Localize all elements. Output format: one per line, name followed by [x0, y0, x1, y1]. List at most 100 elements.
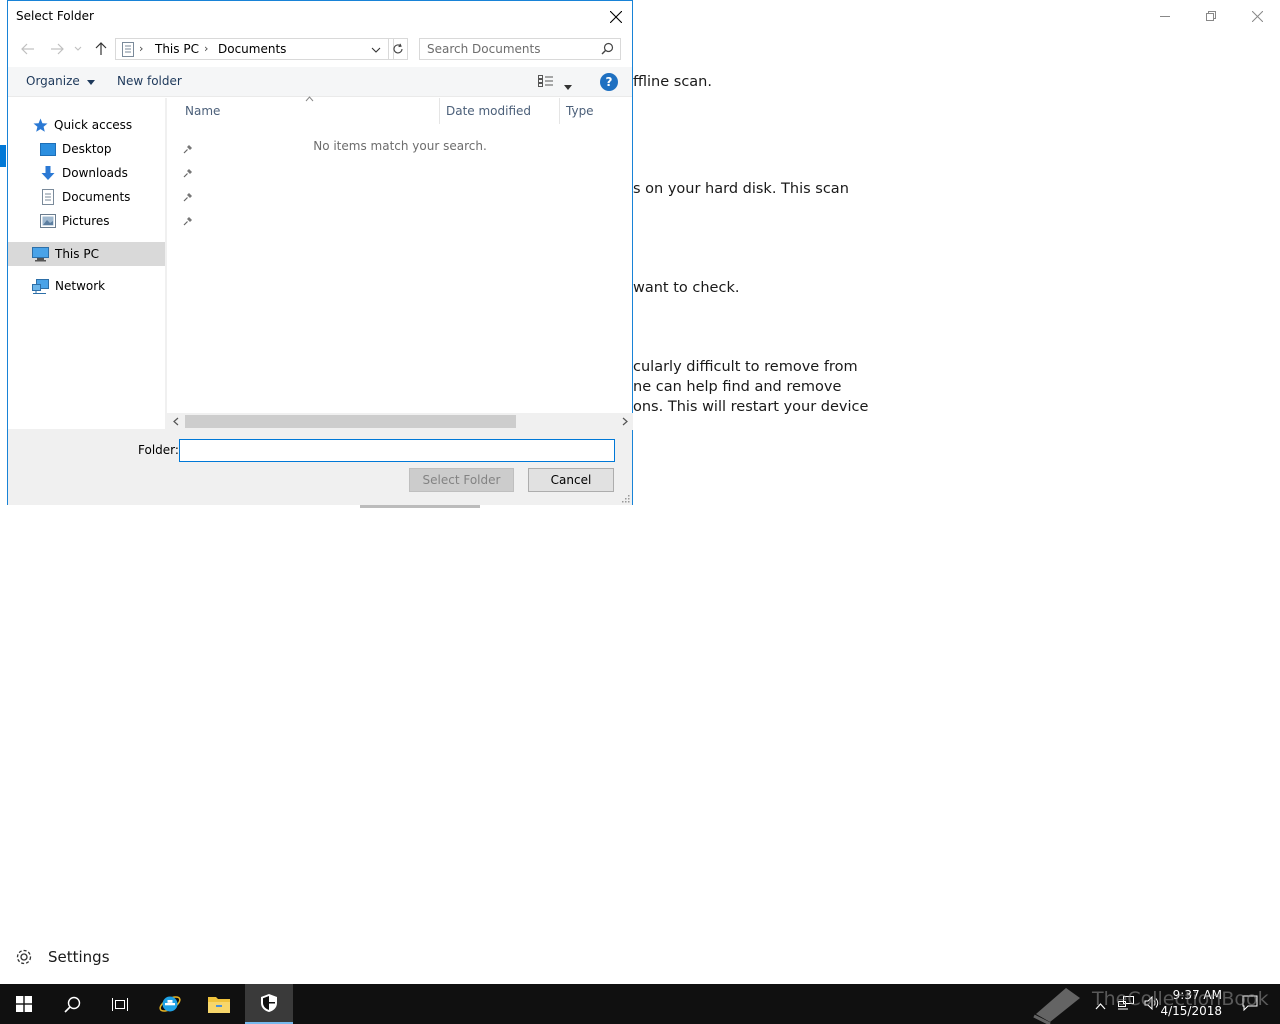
restore-button[interactable] — [1188, 0, 1234, 32]
close-icon — [610, 10, 622, 23]
nav-downloads[interactable]: Downloads — [40, 162, 192, 184]
empty-results-message: No items match your search. — [313, 139, 487, 153]
dialog-close-button[interactable] — [600, 1, 632, 32]
nav-label: Pictures — [62, 214, 110, 228]
details-view-icon — [538, 75, 553, 87]
column-header-type[interactable]: Type — [566, 104, 594, 118]
nav-network[interactable]: Network — [32, 275, 105, 297]
settings-label: Settings — [48, 948, 110, 966]
nav-this-pc[interactable]: This PC — [32, 243, 99, 265]
network-icon — [32, 278, 49, 294]
minimize-icon — [1160, 16, 1170, 17]
nav-label: Downloads — [62, 166, 128, 180]
documents-icon — [122, 42, 134, 57]
settings-link[interactable]: Settings — [14, 944, 110, 970]
task-view-button[interactable] — [96, 984, 144, 1024]
change-view-button[interactable] — [538, 75, 554, 91]
view-options-dropdown[interactable] — [564, 79, 572, 93]
taskbar-search-button[interactable] — [48, 984, 96, 1024]
watermark-text: TheCollectionBook — [1092, 988, 1269, 1010]
horizontal-scrollbar[interactable] — [167, 413, 633, 430]
search-icon[interactable] — [601, 42, 614, 55]
help-button[interactable]: ? — [600, 73, 618, 91]
breadcrumb-separator-icon: › — [139, 42, 144, 55]
chevron-down-icon — [74, 46, 82, 51]
download-arrow-icon — [41, 166, 55, 180]
navigation-pane: Quick access Desktop Downloads Documents… — [8, 98, 192, 429]
search-input[interactable] — [427, 41, 595, 57]
folder-input[interactable] — [179, 439, 615, 462]
window-controls — [1142, 0, 1280, 32]
refresh-button[interactable] — [388, 38, 408, 60]
folder-icon — [208, 997, 230, 1013]
nav-label: Quick access — [54, 118, 133, 132]
taskbar: 9:37 AM 4/15/2018 — [0, 984, 1280, 1024]
minimize-button[interactable] — [1142, 0, 1188, 32]
back-button[interactable] — [20, 41, 36, 57]
new-folder-button[interactable]: New folder — [117, 74, 182, 88]
scroll-right-button[interactable] — [616, 413, 633, 430]
nav-desktop[interactable]: Desktop — [40, 138, 192, 160]
scroll-left-button[interactable] — [167, 413, 184, 430]
select-folder-dialog: Select Folder › This PC › Documents Sear… — [7, 0, 633, 505]
nav-label: Network — [55, 279, 106, 293]
cancel-button[interactable]: Cancel — [528, 468, 614, 492]
file-explorer-button[interactable] — [195, 984, 243, 1024]
nav-documents[interactable]: Documents — [40, 186, 192, 208]
scan-description-line: s on your hard disk. This scan — [633, 181, 849, 197]
computer-icon — [32, 246, 49, 261]
nav-pictures[interactable]: Pictures — [40, 210, 192, 232]
resize-grip-icon[interactable] — [621, 494, 630, 503]
dialog-footer: Folder: Select Folder Cancel — [8, 429, 632, 505]
column-header-name[interactable]: Name — [185, 104, 220, 118]
chevron-right-icon — [622, 417, 628, 426]
forward-button[interactable] — [49, 41, 65, 57]
nav-selection-indicator — [0, 145, 6, 167]
up-arrow-icon — [95, 42, 107, 55]
up-button[interactable] — [93, 41, 109, 57]
address-bar[interactable]: › This PC › Documents — [115, 38, 394, 60]
recent-locations-button[interactable] — [73, 41, 83, 57]
column-divider[interactable] — [439, 98, 440, 124]
close-window-button[interactable] — [1234, 0, 1280, 32]
search-box[interactable] — [419, 38, 621, 60]
scrollbar-thumb[interactable] — [185, 415, 516, 428]
dialog-titlebar[interactable]: Select Folder — [8, 1, 632, 32]
scan-description-line: want to check. — [633, 280, 740, 296]
nav-quick-access[interactable]: Quick access — [33, 114, 132, 136]
scan-button-edge[interactable] — [360, 505, 480, 508]
scan-description-line: cularly difficult to remove from — [633, 359, 858, 375]
windows-logo-icon — [16, 996, 32, 1012]
nav-label: Desktop — [62, 142, 112, 156]
nav-label: This PC — [55, 247, 99, 261]
caret-down-icon — [564, 85, 572, 90]
forward-arrow-icon — [51, 43, 64, 55]
pictures-icon — [40, 214, 56, 228]
internet-explorer-button[interactable] — [146, 984, 194, 1024]
select-folder-button[interactable]: Select Folder — [409, 468, 514, 492]
address-dropdown-icon[interactable] — [371, 47, 381, 53]
organize-menu[interactable]: Organize — [26, 74, 95, 88]
column-divider[interactable] — [559, 98, 560, 124]
windows-defender-button[interactable] — [245, 984, 293, 1024]
address-row: › This PC › Documents — [8, 37, 632, 61]
chevron-left-icon — [172, 417, 178, 426]
close-icon — [1251, 10, 1263, 22]
back-arrow-icon — [21, 43, 34, 55]
breadcrumb-separator-icon[interactable]: › — [204, 42, 208, 55]
breadcrumb-documents[interactable]: Documents — [218, 42, 286, 56]
breadcrumb-this-pc[interactable]: This PC — [155, 42, 199, 56]
start-button[interactable] — [0, 984, 48, 1024]
restore-icon — [1206, 11, 1216, 21]
task-view-icon — [112, 997, 128, 1011]
column-header-date-modified[interactable]: Date modified — [446, 104, 531, 118]
documents-icon — [42, 189, 54, 205]
nav-label: Documents — [62, 190, 131, 204]
scan-description-line: ne can help find and remove — [633, 379, 842, 395]
gear-icon — [16, 949, 32, 965]
folder-label: Folder: — [138, 443, 179, 457]
scan-description-line: ffline scan. — [633, 74, 712, 90]
command-bar: Organize New folder ? — [8, 67, 632, 97]
help-icon: ? — [605, 75, 613, 89]
caret-down-icon — [86, 80, 95, 85]
